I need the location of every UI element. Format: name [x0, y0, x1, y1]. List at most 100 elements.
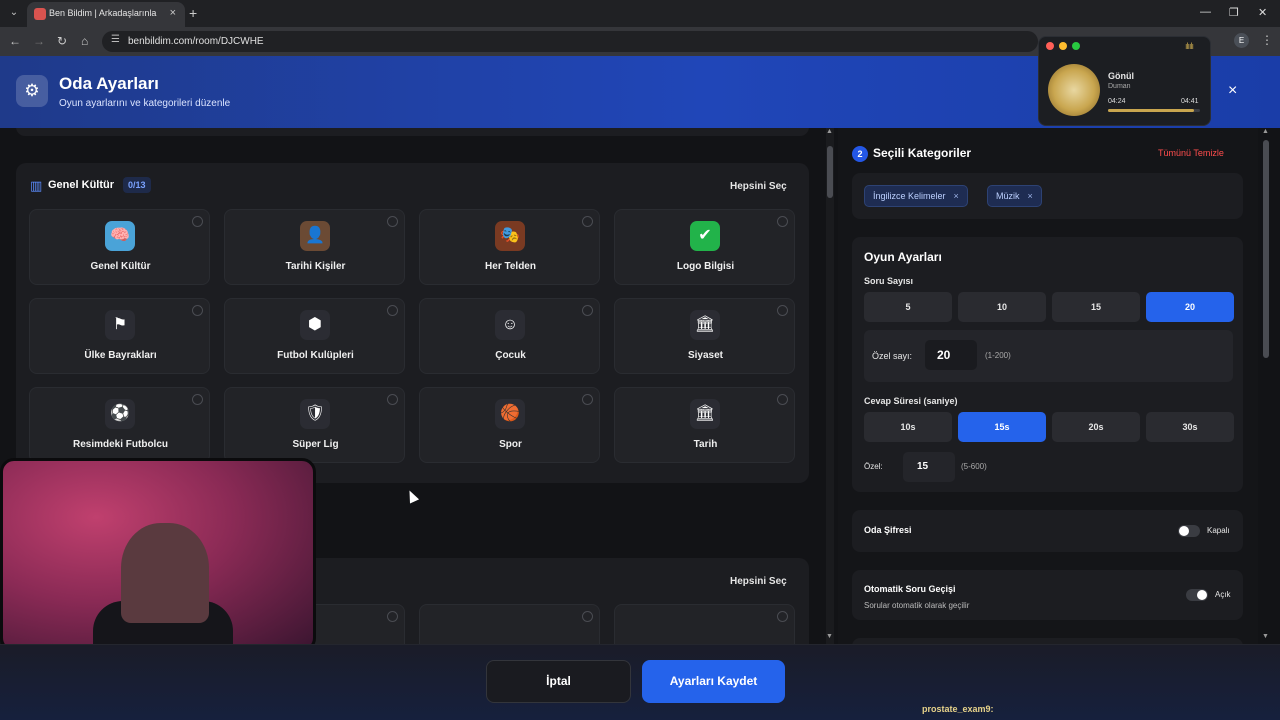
category-card[interactable]: 🧠 Genel Kültür	[29, 209, 210, 285]
chip-label: Müzik	[996, 191, 1020, 201]
answer-time-option[interactable]: 30s	[1146, 412, 1234, 442]
category-card[interactable]: ⚑ Ülke Bayrakları	[29, 298, 210, 374]
question-count-option[interactable]: 5	[864, 292, 952, 322]
question-count-option[interactable]: 15	[1052, 292, 1140, 322]
category-card-label: Çocuk	[495, 350, 526, 361]
scroll-down-icon[interactable]: ▼	[826, 633, 833, 640]
card-radio[interactable]	[387, 305, 398, 316]
card-radio[interactable]	[777, 611, 788, 622]
close-icon[interactable]: ×	[1228, 82, 1237, 100]
category-card[interactable]: 🏛 Tarih	[614, 387, 795, 463]
scroll-up-icon[interactable]: ▲	[1262, 128, 1269, 135]
chip-remove-icon[interactable]: ×	[1028, 191, 1033, 201]
window-dot-red[interactable]	[1046, 42, 1054, 50]
flag-icon: ⚑	[105, 310, 135, 340]
left-scrollbar[interactable]: ▲ ▼	[826, 128, 834, 644]
new-tab-button[interactable]: +	[189, 5, 197, 21]
category-card[interactable]: 👤 Tarihi Kişiler	[224, 209, 405, 285]
category-card[interactable]: ✔ Logo Bilgisi	[614, 209, 795, 285]
reload-icon[interactable]: ↻	[57, 34, 67, 48]
restore-icon[interactable]: ❐	[1229, 6, 1239, 19]
custom-time-label: Özel:	[864, 462, 883, 471]
question-count-option[interactable]: 20	[1146, 292, 1234, 322]
category-card[interactable]: ☺ Çocuk	[419, 298, 600, 374]
card-radio[interactable]	[582, 394, 593, 405]
category-card-label: Futbol Kulüpleri	[277, 350, 354, 361]
forward-icon[interactable]: →	[33, 34, 45, 48]
selected-chips: İngilizce Kelimeler × Müzik ×	[852, 173, 1243, 219]
toggle-knob	[1197, 590, 1207, 600]
category-card[interactable]: 🏛 Siyaset	[614, 298, 795, 374]
category-card[interactable]	[614, 604, 795, 644]
cancel-button[interactable]: İptal	[486, 660, 631, 703]
tab-search-icon[interactable]: ⌄	[6, 5, 22, 21]
category-card-label: Logo Bilgisi	[676, 261, 735, 272]
equalizer-icon: ılıılı	[1185, 41, 1194, 51]
scroll-up-icon[interactable]: ▲	[826, 128, 833, 135]
window-dot-green[interactable]	[1072, 42, 1080, 50]
card-radio[interactable]	[582, 216, 593, 227]
category-card[interactable]	[419, 604, 600, 644]
category-card[interactable]: ⬢ Futbol Kulüpleri	[224, 298, 405, 374]
chip-remove-icon[interactable]: ×	[954, 191, 959, 201]
question-count-option[interactable]: 10	[958, 292, 1046, 322]
address-bar[interactable]: ☰ benbildim.com/room/DJCWHE	[102, 31, 1038, 52]
custom-time-input[interactable]: 15	[903, 452, 955, 482]
answer-time-option[interactable]: 10s	[864, 412, 952, 442]
page-subtitle: Oyun ayarlarını ve kategorileri düzenle	[59, 98, 231, 109]
card-radio[interactable]	[582, 611, 593, 622]
card-radio[interactable]	[192, 216, 203, 227]
minimize-icon[interactable]: —	[1200, 6, 1211, 18]
auto-next-toggle[interactable]	[1186, 589, 1208, 601]
song-progress[interactable]	[1108, 109, 1200, 112]
song-title: Gönül	[1108, 71, 1134, 81]
card-radio[interactable]	[192, 305, 203, 316]
save-settings-button[interactable]: Ayarları Kaydet	[642, 660, 785, 703]
auto-next-label: Otomatik Soru Geçişi	[864, 584, 956, 594]
tab-title: Ben Bildim | Arkadaşlarınla Onli	[49, 8, 159, 18]
child-icon: ☺	[495, 310, 525, 340]
card-radio[interactable]	[582, 305, 593, 316]
card-radio[interactable]	[777, 216, 788, 227]
category-card-label: Resimdeki Futbolcu	[72, 439, 168, 450]
right-scroll-thumb[interactable]	[1263, 140, 1269, 358]
site-info-icon[interactable]: ☰	[111, 34, 120, 45]
settings-pane: 2 Seçili Kategoriler Tümünü Temizle İngi…	[838, 128, 1258, 644]
card-radio[interactable]	[777, 305, 788, 316]
toggle-knob	[1179, 526, 1189, 536]
clear-all-button[interactable]: Tümünü Temizle	[1158, 148, 1224, 158]
left-scroll-thumb[interactable]	[827, 146, 833, 198]
browser-menu-icon[interactable]: ⋮	[1261, 33, 1273, 47]
card-radio[interactable]	[777, 394, 788, 405]
custom-count-label: Özel sayı:	[872, 351, 913, 361]
select-all-button-2[interactable]: Hepsini Seç	[730, 576, 787, 587]
card-radio[interactable]	[192, 394, 203, 405]
home-icon[interactable]: ⌂	[81, 34, 88, 48]
chip-english-words: İngilizce Kelimeler ×	[864, 185, 968, 207]
auto-next-description: Sorular otomatik olarak geçilir	[864, 601, 970, 610]
back-icon[interactable]: ←	[9, 34, 21, 48]
browser-tab[interactable]: Ben Bildim | Arkadaşlarınla Onli ×	[27, 2, 185, 27]
category-card[interactable]: 🛡 Süper Lig	[224, 387, 405, 463]
profile-avatar[interactable]: E	[1234, 33, 1249, 48]
custom-count-input[interactable]: 20	[925, 340, 977, 370]
card-radio[interactable]	[387, 611, 398, 622]
tab-close-icon[interactable]: ×	[170, 7, 176, 19]
room-password-label: Oda Şifresi	[864, 525, 912, 535]
card-radio[interactable]	[387, 216, 398, 227]
window-close-icon[interactable]: ✕	[1258, 6, 1267, 19]
scroll-down-icon[interactable]: ▼	[1262, 633, 1269, 640]
sports-ball-icon: 🏀	[495, 399, 525, 429]
answer-time-option[interactable]: 20s	[1052, 412, 1140, 442]
category-card[interactable]: ⚽ Resimdeki Futbolcu	[29, 387, 210, 463]
category-card-label: Tarih	[693, 439, 718, 450]
right-scrollbar[interactable]: ▲ ▼	[1262, 128, 1270, 644]
answer-time-option[interactable]: 15s	[958, 412, 1046, 442]
window-dot-yellow[interactable]	[1059, 42, 1067, 50]
category-card[interactable]: 🏀 Spor	[419, 387, 600, 463]
select-all-button[interactable]: Hepsini Seç	[730, 181, 787, 192]
room-password-toggle[interactable]	[1178, 525, 1200, 537]
category-card[interactable]: 🎭 Her Telden	[419, 209, 600, 285]
card-radio[interactable]	[387, 394, 398, 405]
category-card-label: Spor	[499, 439, 522, 450]
